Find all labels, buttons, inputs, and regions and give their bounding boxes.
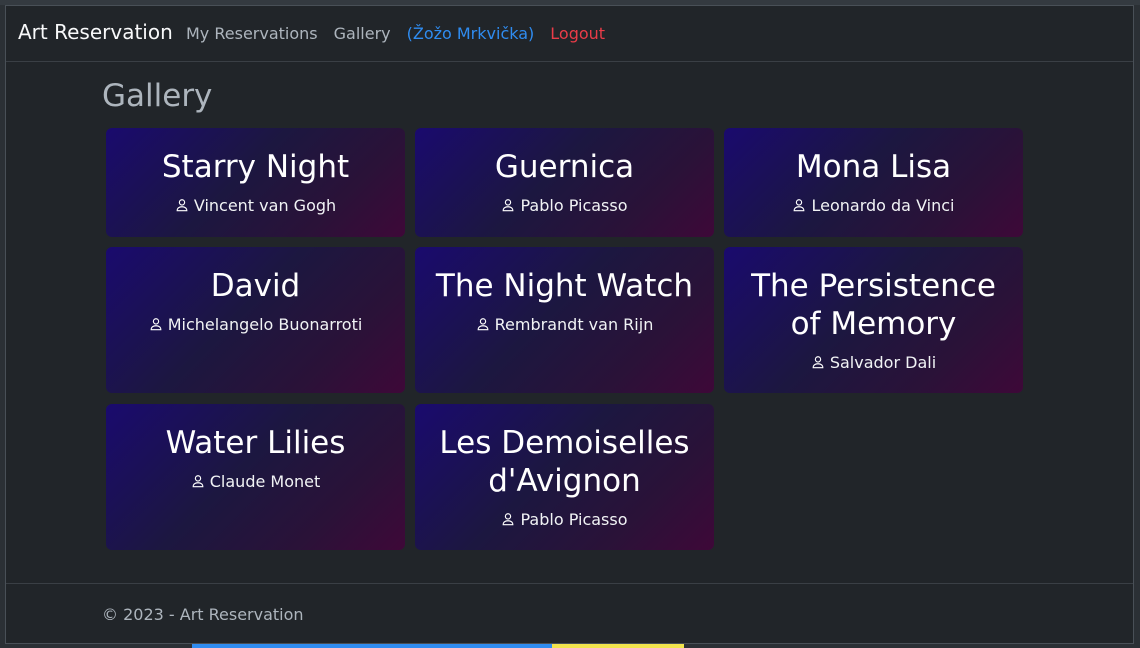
brand-link[interactable]: Art Reservation [18,20,173,44]
artwork-title: The Persistence of Memory [751,268,996,342]
artist-name: Claude Monet [209,472,321,491]
artist-name: Rembrandt van Rijn [494,315,654,334]
app-window: Art Reservation My Reservations Gallery … [5,5,1134,644]
artwork-artist: Vincent van Gogh [106,196,405,215]
nav-links: My Reservations Gallery (Žožo Mrkvička) … [186,24,605,43]
artwork-card[interactable]: Water Lilies Claude Monet [106,404,405,550]
artwork-artist: Pablo Picasso [415,196,714,215]
nav-gallery[interactable]: Gallery [334,24,391,43]
artist-name: Vincent van Gogh [193,196,337,215]
artwork-title: Water Lilies [165,425,346,461]
footer-text: © 2023 - Art Reservation [102,605,304,624]
page-title: Gallery [102,78,213,114]
person-icon [477,318,489,331]
person-icon [192,475,204,488]
artwork-card[interactable]: The Night Watch Rembrandt van Rijn [415,247,714,393]
person-icon [150,318,162,331]
artist-name: Pablo Picasso [520,196,628,215]
artwork-artist: Pablo Picasso [415,510,714,529]
navbar: Art Reservation My Reservations Gallery … [6,6,1133,62]
artwork-title: Starry Night [161,149,350,185]
artist-name: Pablo Picasso [520,510,628,529]
artwork-artist: Rembrandt van Rijn [415,315,714,334]
artwork-title: David [210,268,301,304]
artist-name: Salvador Dali [829,353,937,372]
person-icon [176,199,188,212]
nav-my-reservations[interactable]: My Reservations [186,24,318,43]
artist-name: Leonardo da Vinci [811,196,955,215]
taskbar-strip-blue [192,644,552,648]
person-icon [503,199,514,212]
artwork-artist: Claude Monet [106,472,405,491]
artwork-card[interactable]: Mona Lisa Leonardo da Vinci [724,128,1023,237]
artwork-title: The Night Watch [435,268,694,304]
person-icon [503,513,514,526]
artwork-artist: Leonardo da Vinci [724,196,1023,215]
artwork-title: Mona Lisa [795,149,952,185]
person-icon [812,356,824,369]
artwork-card[interactable]: Les Demoiselles d'Avignon Pablo Picasso [415,404,714,550]
artist-name: Michelangelo Buonarroti [167,315,363,334]
artwork-title: Les Demoiselles d'Avignon [439,425,690,499]
person-icon [794,199,805,212]
artwork-artist: Salvador Dali [724,353,1023,372]
footer-divider [6,583,1133,584]
artwork-card[interactable]: David Michelangelo Buonarroti [106,247,405,393]
taskbar-strip-yellow [552,644,684,648]
artwork-card[interactable]: The Persistence of Memory Salvador Dali [724,247,1023,393]
artwork-title: Guernica [494,149,635,185]
nav-user-name: (Žožo Mrkvička) [406,24,535,43]
logout-link[interactable]: Logout [550,24,605,43]
artwork-card[interactable]: Guernica Pablo Picasso [415,128,714,237]
artwork-card[interactable]: Starry Night Vincent van Gogh [106,128,405,237]
artwork-artist: Michelangelo Buonarroti [106,315,405,334]
